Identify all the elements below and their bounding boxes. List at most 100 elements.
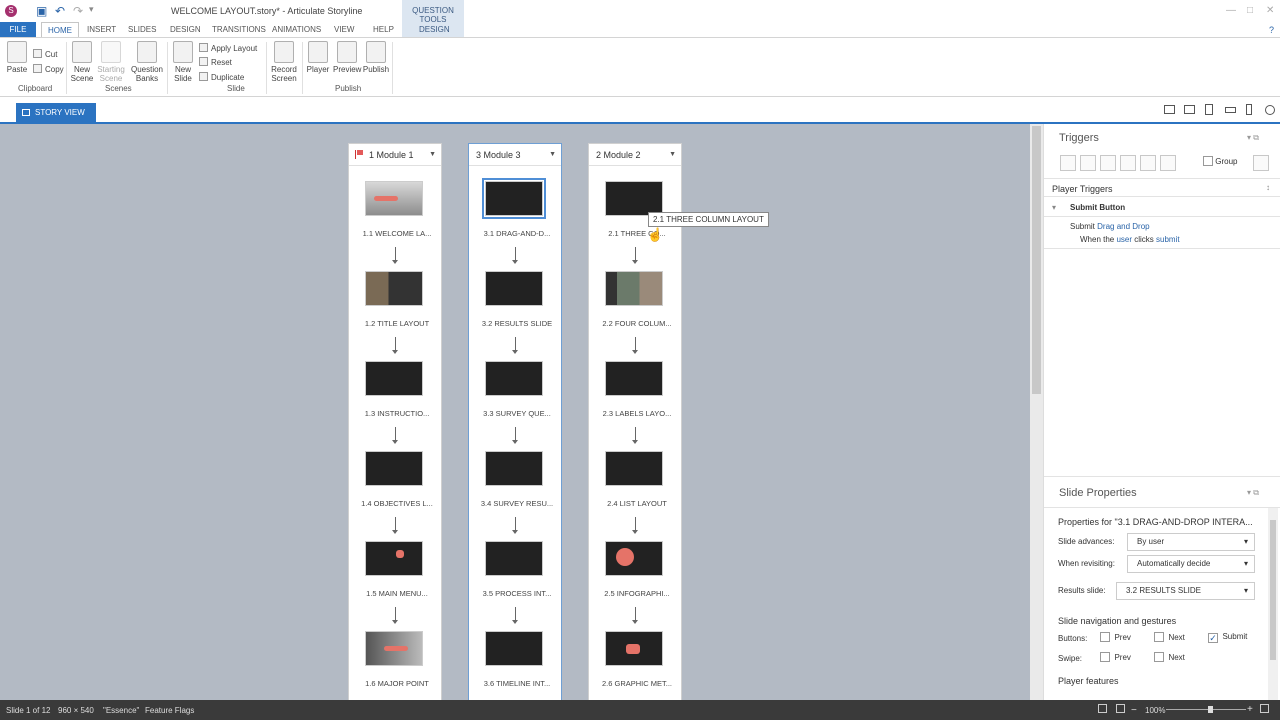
normal-view-icon[interactable]	[1116, 704, 1125, 713]
group-checkbox[interactable]: Group	[1203, 156, 1237, 166]
scene-header[interactable]: 3 Module 3 ▼	[469, 144, 561, 166]
tab-transitions[interactable]: TRANSITIONS	[212, 25, 266, 34]
story-view-status-icon[interactable]	[1098, 704, 1107, 713]
scene-header[interactable]: 1 Module 1 ▼	[349, 144, 441, 166]
chevron-down-icon[interactable]: ▼	[549, 144, 556, 166]
slide-thumbnail[interactable]: 3.6 TIMELINE INT...	[484, 631, 550, 688]
slide-thumbnail[interactable]: 2.4 LIST LAYOUT	[605, 451, 667, 508]
submit-button-checkbox[interactable]: ✓ Submit	[1208, 632, 1247, 643]
paste-trigger-icon[interactable]	[1120, 155, 1136, 171]
tab-slides[interactable]: SLIDES	[128, 25, 156, 34]
trigger-condition[interactable]: When the user clicks submit	[1080, 235, 1180, 244]
revisiting-dropdown[interactable]: Automatically decide	[1127, 555, 1255, 573]
chevron-down-icon[interactable]: ▼	[429, 144, 436, 166]
zoom-in-icon[interactable]: +	[1247, 704, 1253, 715]
scrollbar-thumb[interactable]	[1270, 520, 1276, 660]
record-screen-button[interactable]: Record Screen	[269, 41, 299, 83]
copy-trigger-icon[interactable]	[1100, 155, 1116, 171]
scrollbar-thumb[interactable]	[1032, 126, 1041, 394]
results-slide-dropdown[interactable]: 3.2 RESULTS SLIDE	[1116, 582, 1255, 600]
new-scene-button[interactable]: New Scene	[70, 41, 94, 83]
slide-thumbnail[interactable]: 1.3 INSTRUCTIO...	[365, 361, 429, 418]
close-button[interactable]: ✕	[1266, 5, 1274, 16]
gear-icon[interactable]	[1265, 105, 1275, 115]
qat-customize-icon[interactable]: ▾	[89, 4, 94, 15]
copy-button[interactable]: Copy	[33, 64, 64, 74]
scene-header[interactable]: 2 Module 2 ▼	[589, 144, 681, 166]
chevron-down-icon[interactable]: ▼	[669, 144, 676, 166]
next-button-checkbox[interactable]: Next	[1154, 632, 1185, 642]
question-banks-button[interactable]: Question Banks	[130, 41, 164, 83]
starting-scene-button[interactable]: Starting Scene	[96, 41, 126, 83]
tab-animations[interactable]: ANIMATIONS	[272, 25, 321, 34]
tab-design[interactable]: DESIGN	[170, 25, 201, 34]
collapse-icon[interactable]: ↕	[1266, 183, 1270, 192]
preview-button[interactable]: Preview	[333, 41, 361, 74]
slide-thumbnail[interactable]: 2.6 GRAPHIC MET...	[602, 631, 672, 688]
new-slide-button[interactable]: New Slide	[171, 41, 195, 83]
tab-home[interactable]: HOME	[41, 22, 79, 38]
restore-button[interactable]: □	[1247, 5, 1253, 16]
phone-landscape-icon[interactable]	[1225, 107, 1236, 113]
slide-thumbnail[interactable]: 1.1 WELCOME LA...	[363, 181, 431, 238]
trigger-action[interactable]: Submit Drag and Drop	[1070, 222, 1150, 231]
tab-view[interactable]: VIEW	[334, 25, 354, 34]
next-swipe-checkbox[interactable]: Next	[1154, 652, 1185, 662]
paste-button[interactable]: Paste	[6, 41, 28, 74]
trigger-settings-icon[interactable]	[1253, 155, 1269, 171]
app-logo-icon[interactable]: S	[5, 5, 17, 17]
reorder-trigger-icon[interactable]	[1160, 155, 1176, 171]
expand-arrow-icon[interactable]: ▾	[1052, 203, 1056, 212]
tablet-landscape-icon[interactable]	[1184, 105, 1195, 114]
reset-button[interactable]: Reset	[199, 57, 232, 67]
zoom-slider-thumb[interactable]	[1208, 706, 1213, 713]
cut-button[interactable]: Cut	[33, 49, 57, 59]
zoom-level[interactable]: 100%	[1145, 706, 1165, 715]
help-icon[interactable]: ?	[1269, 25, 1274, 35]
slide-thumbnail[interactable]: 1.2 TITLE LAYOUT	[365, 271, 429, 328]
tablet-portrait-icon[interactable]	[1205, 104, 1213, 115]
slide-thumbnail[interactable]: 3.5 PROCESS INT...	[483, 541, 551, 598]
slide-thumbnail[interactable]: 2.3 LABELS LAYO...	[603, 361, 671, 418]
scene-module-3[interactable]: 3 Module 3 ▼ 3.1 DRAG-AND-D... 3.2 RESUL…	[468, 143, 562, 700]
feature-flags[interactable]: Feature Flags	[145, 706, 194, 715]
slide-thumbnail[interactable]: 1.6 MAJOR POINT	[365, 631, 429, 688]
new-trigger-icon[interactable]	[1060, 155, 1076, 171]
slide-thumbnail[interactable]: 1.4 OBJECTIVES L...	[361, 451, 433, 508]
prev-swipe-checkbox[interactable]: Prev	[1100, 652, 1131, 662]
tab-insert[interactable]: INSERT	[87, 25, 116, 34]
delete-trigger-icon[interactable]	[1140, 155, 1156, 171]
slide-advances-dropdown[interactable]: By user	[1127, 533, 1255, 551]
slide-thumbnail[interactable]: 2.5 INFOGRAPHI...	[604, 541, 670, 598]
tab-help[interactable]: HELP	[373, 25, 394, 34]
zoom-out-icon[interactable]: −	[1131, 705, 1137, 716]
tab-question-design[interactable]: DESIGN	[419, 25, 450, 34]
phone-portrait-icon[interactable]	[1246, 104, 1252, 115]
redo-icon[interactable]: ↷	[73, 4, 83, 18]
desktop-view-icon[interactable]	[1164, 105, 1175, 114]
panel-menu-icon[interactable]: ▾ ⧉	[1247, 133, 1259, 143]
scene-module-1[interactable]: 1 Module 1 ▼ 1.1 WELCOME LA... 1.2 TITLE…	[348, 143, 442, 700]
slide-thumbnail[interactable]: 2.2 FOUR COLUM...	[602, 271, 672, 328]
properties-scrollbar[interactable]	[1268, 508, 1278, 700]
player-button[interactable]: Player	[306, 41, 330, 74]
undo-icon[interactable]: ↶	[55, 4, 65, 18]
prev-button-checkbox[interactable]: Prev	[1100, 632, 1131, 642]
fit-to-window-icon[interactable]	[1260, 704, 1269, 713]
duplicate-button[interactable]: Duplicate	[199, 72, 244, 82]
story-view-tab[interactable]: STORY VIEW	[16, 103, 96, 122]
slide-thumbnail[interactable]: 1.5 MAIN MENU...	[365, 541, 428, 598]
publish-button[interactable]: Publish	[362, 41, 390, 74]
tab-file[interactable]: FILE	[0, 22, 36, 37]
slide-thumbnail[interactable]: 2.1 THREE CO...	[605, 181, 666, 238]
panel-menu-icon[interactable]: ▾ ⧉	[1247, 488, 1259, 498]
slide-thumbnail[interactable]: 3.4 SURVEY RESU...	[481, 451, 553, 508]
minimize-button[interactable]: —	[1226, 5, 1236, 16]
trigger-item[interactable]: Submit Button	[1070, 203, 1125, 212]
canvas-scrollbar[interactable]	[1030, 124, 1043, 700]
story-canvas[interactable]: 1 Module 1 ▼ 1.1 WELCOME LA... 1.2 TITLE…	[0, 124, 1030, 700]
save-icon[interactable]: ▣	[36, 4, 47, 18]
apply-layout-button[interactable]: Apply Layout	[199, 43, 257, 53]
edit-trigger-icon[interactable]	[1080, 155, 1096, 171]
zoom-slider[interactable]	[1166, 709, 1246, 710]
